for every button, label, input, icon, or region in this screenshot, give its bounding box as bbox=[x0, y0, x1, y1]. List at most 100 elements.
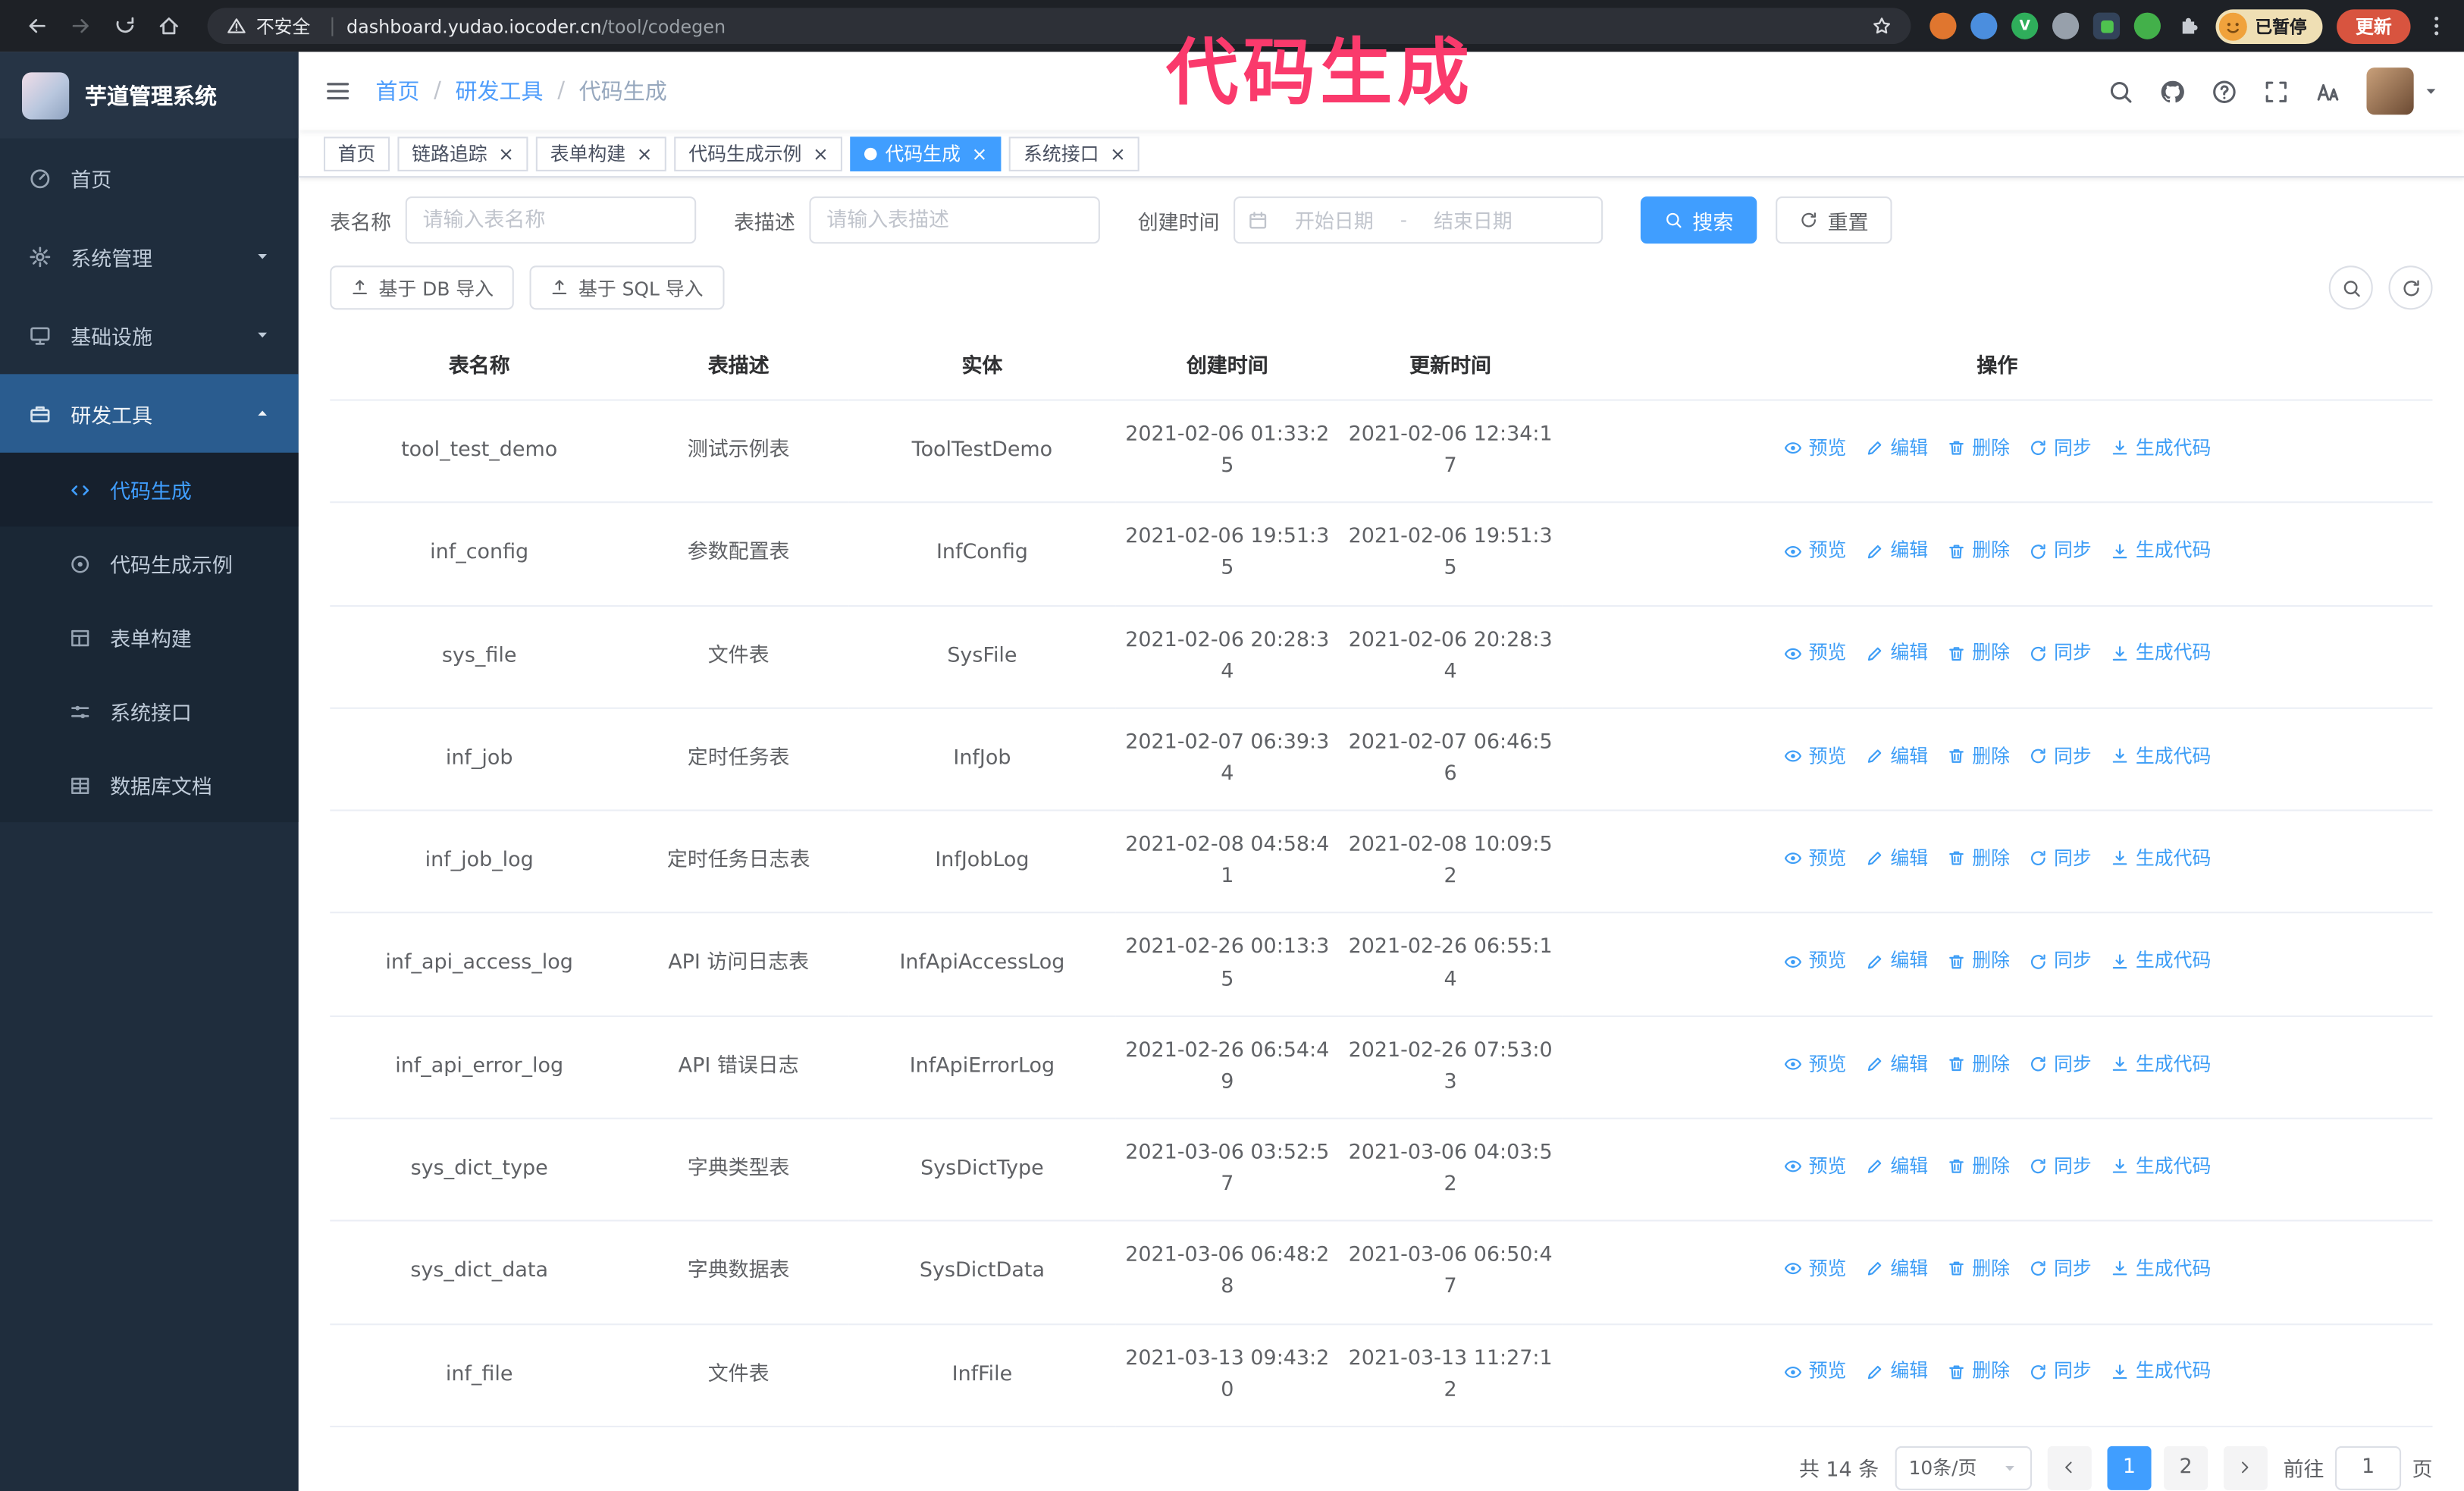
extension-icon-green-v[interactable]: V bbox=[2011, 12, 2039, 39]
action-delete[interactable]: 删除 bbox=[1947, 844, 2010, 874]
tab-close-icon[interactable]: × bbox=[971, 144, 987, 163]
user-dropdown[interactable] bbox=[2366, 67, 2438, 115]
action-delete[interactable]: 删除 bbox=[1947, 1050, 2010, 1079]
tab-close-icon[interactable]: × bbox=[637, 144, 653, 163]
sidebar-item-home[interactable]: 首页 bbox=[0, 138, 299, 217]
sidebar-item-infrastructure[interactable]: 基础设施 bbox=[0, 296, 299, 375]
action-delete[interactable]: 删除 bbox=[1947, 946, 2010, 976]
action-edit[interactable]: 编辑 bbox=[1865, 639, 1928, 669]
tab-home[interactable]: 首页 bbox=[323, 136, 390, 171]
page-button-2[interactable]: 2 bbox=[2164, 1445, 2209, 1490]
tab-close-icon[interactable]: × bbox=[498, 144, 514, 163]
start-date-input[interactable] bbox=[1274, 208, 1394, 232]
github-icon[interactable] bbox=[2159, 78, 2186, 105]
action-generate-code[interactable]: 生成代码 bbox=[2111, 742, 2211, 771]
font-size-icon[interactable] bbox=[2315, 78, 2341, 105]
action-generate-code[interactable]: 生成代码 bbox=[2111, 1050, 2211, 1079]
action-preview[interactable]: 预览 bbox=[1783, 1358, 1846, 1387]
action-delete[interactable]: 删除 bbox=[1947, 1152, 2010, 1182]
sidebar-item-db-doc[interactable]: 数据库文档 bbox=[0, 749, 299, 822]
sidebar-toggle-button[interactable] bbox=[324, 77, 352, 105]
sidebar-item-system-management[interactable]: 系统管理 bbox=[0, 217, 299, 296]
action-sync[interactable]: 同步 bbox=[2029, 1358, 2092, 1387]
extension-icon-orange[interactable] bbox=[1930, 12, 1957, 39]
sidebar-item-dev-tools[interactable]: 研发工具 bbox=[0, 374, 299, 453]
tab-codegen-example[interactable]: 代码生成示例 × bbox=[674, 136, 843, 171]
action-preview[interactable]: 预览 bbox=[1783, 844, 1846, 874]
extension-icon-gray[interactable] bbox=[2052, 12, 2080, 39]
end-date-input[interactable] bbox=[1413, 208, 1533, 232]
tab-codegen[interactable]: 代码生成 × bbox=[850, 136, 1002, 171]
page-size-select[interactable]: 10条/页 bbox=[1894, 1445, 2032, 1490]
action-preview[interactable]: 预览 bbox=[1783, 946, 1846, 976]
action-edit[interactable]: 编辑 bbox=[1865, 1254, 1928, 1284]
header-search-icon[interactable] bbox=[2107, 78, 2133, 105]
tab-form-builder[interactable]: 表单构建 × bbox=[535, 136, 667, 171]
browser-back-button[interactable] bbox=[16, 5, 57, 46]
action-sync[interactable]: 同步 bbox=[2029, 434, 2092, 463]
action-delete[interactable]: 删除 bbox=[1947, 434, 2010, 463]
extension-icon-card[interactable] bbox=[2093, 12, 2121, 39]
browser-menu-dots-icon[interactable] bbox=[2425, 14, 2448, 38]
action-preview[interactable]: 预览 bbox=[1783, 1152, 1846, 1182]
refresh-table-button[interactable] bbox=[2388, 265, 2433, 310]
action-edit[interactable]: 编辑 bbox=[1865, 1152, 1928, 1182]
action-sync[interactable]: 同步 bbox=[2029, 1152, 2092, 1182]
date-range-picker[interactable]: - bbox=[1234, 196, 1603, 244]
sidebar-item-code-generation[interactable]: 代码生成 bbox=[0, 452, 299, 527]
sidebar-item-code-gen-example[interactable]: 代码生成示例 bbox=[0, 526, 299, 600]
browser-reload-button[interactable] bbox=[104, 5, 145, 46]
fullscreen-icon[interactable] bbox=[2263, 78, 2290, 105]
sidebar-item-form-builder[interactable]: 表单构建 bbox=[0, 601, 299, 674]
action-generate-code[interactable]: 生成代码 bbox=[2111, 1254, 2211, 1284]
action-edit[interactable]: 编辑 bbox=[1865, 1050, 1928, 1079]
action-generate-code[interactable]: 生成代码 bbox=[2111, 844, 2211, 874]
action-generate-code[interactable]: 生成代码 bbox=[2111, 1358, 2211, 1387]
goto-page-input[interactable] bbox=[2334, 1445, 2402, 1490]
action-delete[interactable]: 删除 bbox=[1947, 742, 2010, 771]
action-edit[interactable]: 编辑 bbox=[1865, 946, 1928, 976]
action-generate-code[interactable]: 生成代码 bbox=[2111, 434, 2211, 463]
table-desc-input[interactable] bbox=[809, 196, 1100, 244]
action-sync[interactable]: 同步 bbox=[2029, 844, 2092, 874]
sidebar-logo[interactable]: 芋道管理系统 bbox=[0, 52, 299, 139]
browser-home-button[interactable] bbox=[148, 5, 189, 46]
breadcrumb-item[interactable]: 研发工具 bbox=[456, 75, 544, 106]
next-page-button[interactable] bbox=[2223, 1445, 2268, 1490]
action-generate-code[interactable]: 生成代码 bbox=[2111, 536, 2211, 566]
action-delete[interactable]: 删除 bbox=[1947, 536, 2010, 566]
action-edit[interactable]: 编辑 bbox=[1865, 742, 1928, 771]
action-preview[interactable]: 预览 bbox=[1783, 434, 1846, 463]
action-delete[interactable]: 删除 bbox=[1947, 1358, 2010, 1387]
action-sync[interactable]: 同步 bbox=[2029, 742, 2092, 771]
action-sync[interactable]: 同步 bbox=[2029, 639, 2092, 669]
table-name-input[interactable] bbox=[405, 196, 697, 244]
page-button-1[interactable]: 1 bbox=[2107, 1445, 2152, 1490]
tab-close-icon[interactable]: × bbox=[1110, 144, 1126, 163]
action-sync[interactable]: 同步 bbox=[2029, 536, 2092, 566]
action-delete[interactable]: 删除 bbox=[1947, 639, 2010, 669]
action-preview[interactable]: 预览 bbox=[1783, 536, 1846, 566]
action-preview[interactable]: 预览 bbox=[1783, 1254, 1846, 1284]
action-generate-code[interactable]: 生成代码 bbox=[2111, 1152, 2211, 1182]
search-button[interactable]: 搜索 bbox=[1640, 196, 1757, 244]
action-generate-code[interactable]: 生成代码 bbox=[2111, 639, 2211, 669]
browser-update-button[interactable]: 更新 bbox=[2337, 8, 2411, 43]
extension-icon-leaf[interactable] bbox=[2133, 12, 2161, 39]
bookmark-star-icon[interactable] bbox=[1872, 16, 1892, 36]
action-delete[interactable]: 删除 bbox=[1947, 1254, 2010, 1284]
action-preview[interactable]: 预览 bbox=[1783, 639, 1846, 669]
prev-page-button[interactable] bbox=[2047, 1445, 2092, 1490]
profile-sync-paused-badge[interactable]: 已暂停 bbox=[2215, 8, 2323, 43]
action-edit[interactable]: 编辑 bbox=[1865, 844, 1928, 874]
action-generate-code[interactable]: 生成代码 bbox=[2111, 946, 2211, 976]
action-preview[interactable]: 预览 bbox=[1783, 742, 1846, 771]
browser-forward-button[interactable] bbox=[60, 5, 101, 46]
address-bar[interactable]: 不安全 dashboard.yudao.iocoder.cn/tool/code… bbox=[207, 8, 1911, 45]
tab-tracing[interactable]: 链路追踪 × bbox=[397, 136, 528, 171]
import-db-button[interactable]: 基于 DB 导入 bbox=[330, 265, 514, 310]
breadcrumb-item[interactable]: 首页 bbox=[375, 75, 419, 106]
sidebar-item-system-api[interactable]: 系统接口 bbox=[0, 674, 299, 748]
action-sync[interactable]: 同步 bbox=[2029, 946, 2092, 976]
action-edit[interactable]: 编辑 bbox=[1865, 536, 1928, 566]
